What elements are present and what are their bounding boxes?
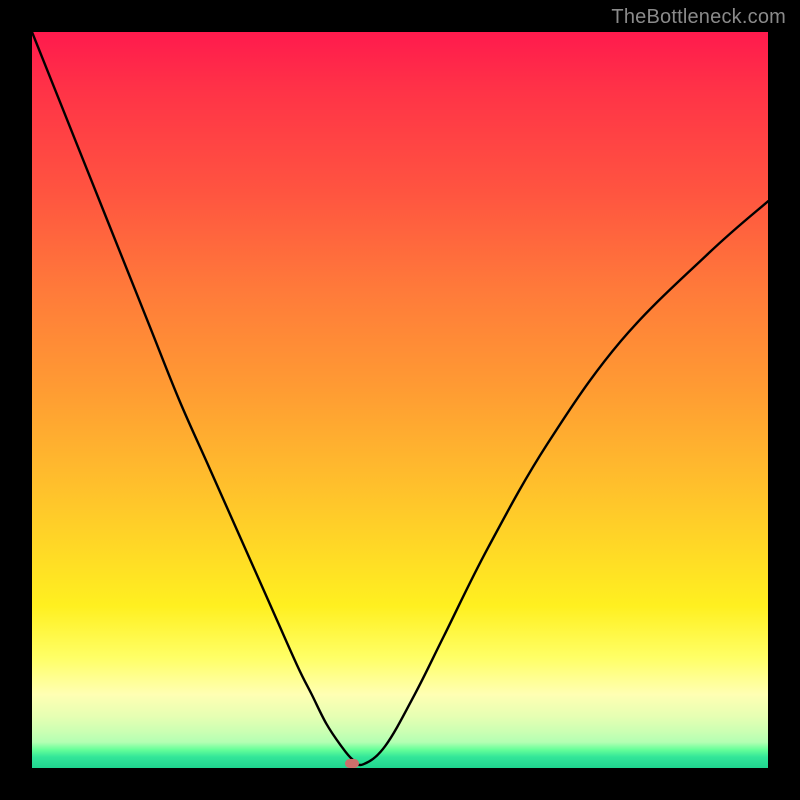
chart-frame: TheBottleneck.com xyxy=(0,0,800,800)
watermark-text: TheBottleneck.com xyxy=(611,6,786,29)
optimum-marker xyxy=(345,759,359,768)
bottleneck-curve xyxy=(32,32,768,768)
plot-area xyxy=(32,32,768,768)
